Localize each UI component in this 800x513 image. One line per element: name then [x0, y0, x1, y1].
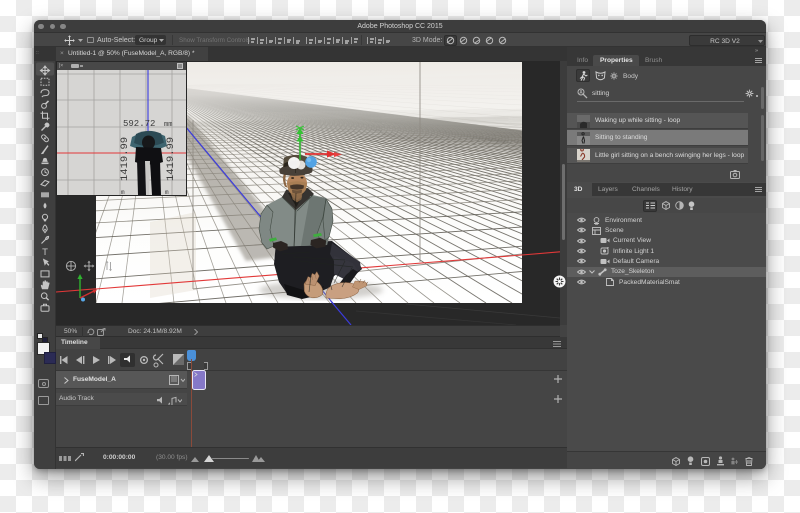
svg-text:m: m — [121, 189, 125, 195]
svg-text:1419.99: 1419.99 — [165, 137, 177, 181]
svg-text:m: m — [165, 189, 169, 195]
svg-text:T: T — [42, 247, 48, 258]
svg-text:592.72: 592.72 — [123, 119, 155, 129]
svg-text:1419.99: 1419.99 — [119, 137, 131, 181]
svg-text:mm: mm — [164, 121, 172, 129]
